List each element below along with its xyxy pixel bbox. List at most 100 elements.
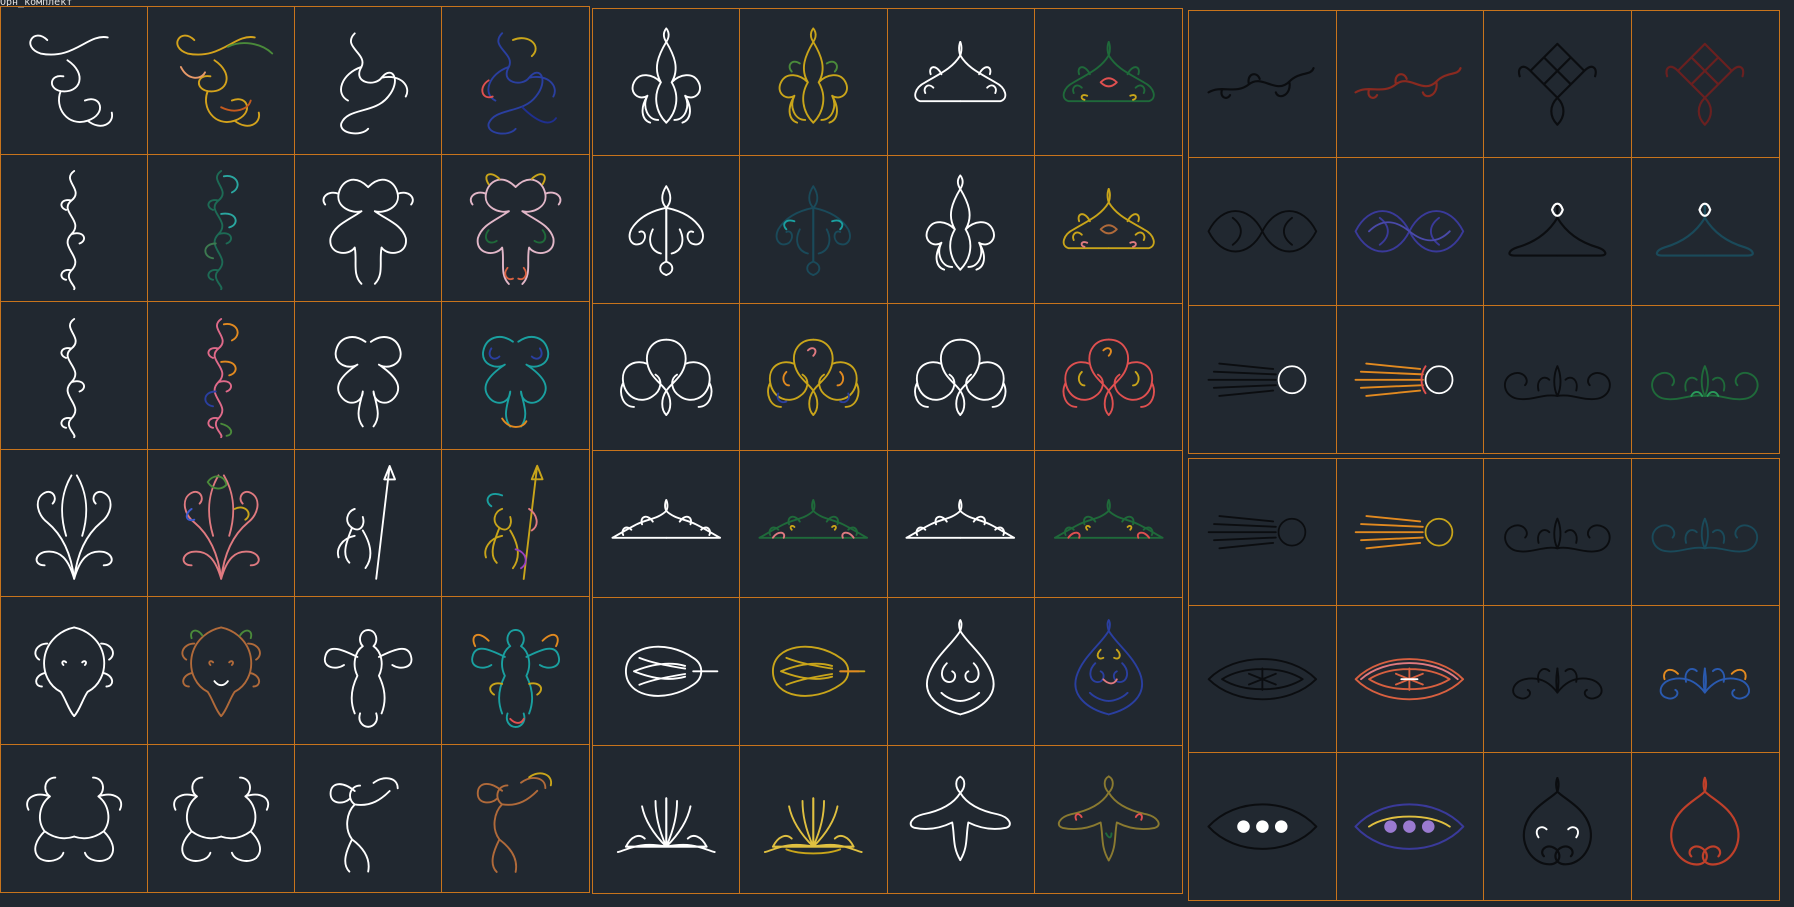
eye-icon (1355, 657, 1465, 701)
ornament-cell-spiral-heart[interactable] (1632, 753, 1780, 900)
band-icon (1053, 498, 1164, 539)
lotus-arc-icon (1651, 364, 1759, 400)
bird-icon (1057, 775, 1160, 861)
ornament-cell-diamond-knot[interactable] (1631, 11, 1779, 159)
band-icon (611, 498, 721, 539)
ornament-cell-column[interactable] (148, 302, 295, 450)
ornament-cell-column[interactable] (148, 154, 295, 302)
bouquet-icon (182, 474, 260, 581)
ornament-cell-knotwork[interactable] (1034, 304, 1182, 451)
ornament-cell-chevron[interactable] (1484, 158, 1632, 306)
ornament-cell-double-scroll[interactable] (1484, 606, 1632, 753)
bouquet-icon (35, 474, 113, 581)
ornament-cell-eye-dots[interactable] (1189, 753, 1337, 900)
ornament-cell-crown[interactable] (887, 9, 1035, 157)
ornament-cell-diamond-knot[interactable] (1484, 11, 1632, 159)
ornament-cell-teardrop[interactable] (887, 598, 1035, 746)
ornament-cell-winged-cherub[interactable] (442, 597, 589, 745)
ornament-cell-twin-cherub[interactable] (148, 744, 295, 892)
ornament-cell-eye[interactable] (1336, 606, 1484, 753)
teardrop-icon (926, 619, 995, 716)
ornament-cell-twin-dragon[interactable] (295, 302, 442, 450)
ornament-cell-leaf-face[interactable] (148, 597, 295, 745)
ornament-cell-leaf-face[interactable] (1, 597, 148, 745)
ornament-cell-lotus-arc[interactable] (1484, 459, 1632, 606)
ornament-cell-knot-band[interactable] (1336, 158, 1484, 306)
ornament-cell-bird[interactable] (888, 745, 1035, 893)
ornament-cell-lotus-arc[interactable] (1484, 305, 1632, 453)
ornament-cell-knotwork[interactable] (887, 303, 1035, 451)
ornament-cell-fleur[interactable] (887, 156, 1035, 304)
lotus-arc-icon (1504, 517, 1611, 553)
ornament-cell-band[interactable] (593, 450, 741, 599)
ornament-cell-pendant[interactable] (740, 156, 888, 304)
ornament-cell-fan[interactable] (740, 745, 888, 893)
ornament-cell-chevron[interactable] (1631, 158, 1779, 306)
pendant-icon (775, 185, 852, 277)
diamond-knot-icon (1665, 42, 1745, 126)
ornament-cell-bouquet[interactable] (148, 449, 295, 597)
chevron-icon (1656, 202, 1755, 257)
ornament-cell-griffin[interactable] (295, 154, 442, 302)
ornament-cell-fleur[interactable] (740, 9, 888, 157)
ornament-cell-shell[interactable] (593, 598, 741, 746)
ornament-cell-band[interactable] (1034, 451, 1182, 599)
ornament-cell-cupid[interactable] (442, 745, 589, 893)
ornament-cell-spear-cherub[interactable] (295, 449, 442, 597)
ornament-cell-sun-rays[interactable] (1336, 459, 1484, 606)
ornament-cell-column[interactable] (1, 302, 148, 450)
motifs-block (1188, 458, 1780, 901)
sun-rays-icon (1207, 362, 1307, 397)
ornament-cell-double-scroll[interactable] (1631, 606, 1779, 753)
ornament-cell-eye[interactable] (1189, 606, 1337, 753)
sun-rays-icon (1207, 514, 1307, 550)
fleur-icon (926, 174, 996, 271)
ornament-cell-dragon[interactable] (442, 7, 589, 155)
knotwork-icon (767, 338, 860, 416)
ornament-cell-twin-cherub[interactable] (1, 744, 148, 892)
ornament-cell-lotus-arc[interactable] (1631, 459, 1779, 606)
ornament-cell-sun-rays[interactable] (1189, 305, 1337, 453)
twin-cherub-icon (26, 777, 122, 863)
ornament-cell-knotwork[interactable] (593, 303, 741, 451)
ornament-cell-griffin[interactable] (442, 155, 589, 302)
ornament-cell-spiral-heart[interactable] (1484, 753, 1632, 900)
ornament-cell-bird[interactable] (1035, 746, 1182, 893)
ornament-cell-lotus-arc[interactable] (1632, 306, 1780, 453)
ornament-cell-knotwork[interactable] (740, 303, 888, 451)
ornament-cell-twin-dragon[interactable] (442, 302, 589, 450)
ornament-cell-pendant[interactable] (593, 156, 741, 304)
ornament-cell-shell[interactable] (740, 598, 888, 746)
ornament-cell-spear-cherub[interactable] (442, 450, 589, 597)
ornament-cell-eye-dots[interactable] (1337, 753, 1484, 900)
ornament-cell-crown[interactable] (1034, 156, 1182, 304)
ornament-cell-swirl[interactable] (1336, 11, 1484, 159)
ornament-cell-bouquet[interactable] (1, 449, 148, 597)
band-icon (758, 498, 869, 539)
ornament-cell-dragon[interactable] (295, 7, 442, 155)
ornament-cell-band[interactable] (740, 450, 888, 599)
sun-rays-icon (1355, 514, 1454, 550)
ornament-cell-teardrop[interactable] (1034, 598, 1182, 746)
ornament-cell-column[interactable] (1, 154, 148, 302)
ornament-cell-winged-cherub[interactable] (295, 597, 442, 745)
ornament-cell-fan[interactable] (593, 745, 741, 893)
ornament-cell-crown[interactable] (1034, 9, 1182, 157)
ornament-cell-scroll[interactable] (148, 7, 295, 155)
spear-cherub-icon (484, 465, 544, 581)
ornament-cell-sun-rays[interactable] (1337, 305, 1484, 453)
ornament-cell-band[interactable] (887, 450, 1035, 599)
knotwork-icon (620, 338, 713, 416)
ornament-cell-sun-rays[interactable] (1189, 459, 1337, 606)
ornament-cell-cupid[interactable] (295, 744, 442, 892)
leaf-face-icon (181, 626, 261, 717)
knot-band-icon (1207, 210, 1318, 253)
spear-cherub-icon (336, 465, 396, 581)
scroll-icon (176, 34, 273, 127)
ornament-cell-scroll[interactable] (1, 7, 148, 155)
griffin-icon (322, 179, 414, 286)
ornament-cell-swirl[interactable] (1189, 11, 1337, 159)
shell-icon (772, 646, 866, 697)
ornament-cell-fleur[interactable] (593, 9, 741, 157)
ornament-cell-knot-band[interactable] (1189, 158, 1337, 306)
